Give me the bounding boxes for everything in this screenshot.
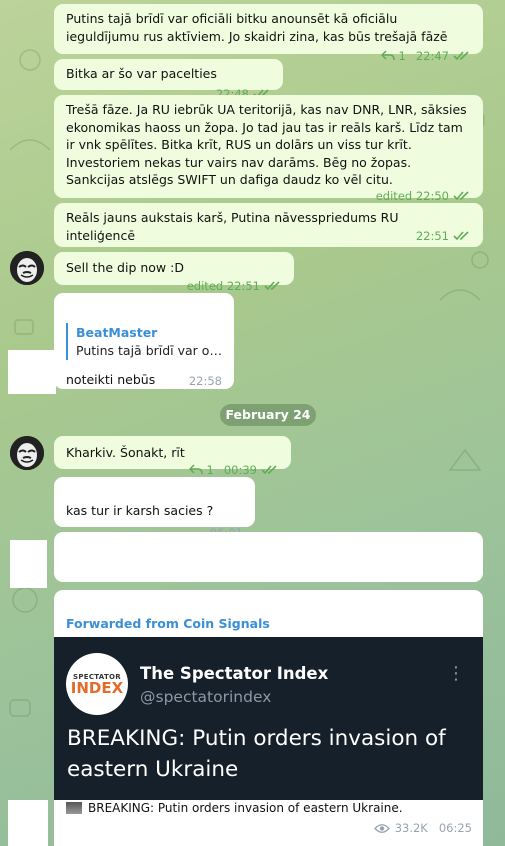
message-bubble[interactable]: Kharkiv. Šonakt, rīt 1 00:39 [54, 436, 291, 477]
message-time: 22:58 [188, 374, 222, 388]
message-bubble[interactable]: Trešā fāze. Ja RU iebrūk UA teritorijā, … [54, 95, 483, 203]
spectator-index-logo: SPECTATOR INDEX [66, 653, 128, 715]
message-meta: 1 00:39 [188, 462, 279, 477]
message-text: Bitka ar šo var pacelties [66, 66, 217, 81]
double-check-icon [453, 230, 469, 240]
date-separator: February 24 [220, 404, 316, 426]
message-time: edited 22:51 [186, 278, 260, 293]
message-text: Reāls jauns aukstais karš, Putina nāvess… [66, 210, 399, 243]
message-bubble[interactable] [54, 532, 483, 582]
mask-avatar-icon [10, 251, 44, 285]
hidden-avatar-placeholder [8, 800, 48, 846]
reply-author: BeatMaster [76, 325, 158, 340]
message-bubble[interactable]: BeatMaster Putins tajā brīdī var ofi... … [54, 293, 234, 389]
image-thumbnail-icon [66, 802, 82, 814]
message-bubble[interactable]: Reāls jauns aukstais karš, Putina nāvess… [54, 203, 483, 247]
message-time: 06:25 [438, 821, 472, 835]
message-meta: 22:51 [416, 229, 471, 243]
more-vertical-icon: ⋮ [447, 663, 465, 684]
tweet-text: BREAKING: Putin orders invasion of easte… [67, 726, 446, 782]
message-text: Putins tajā brīdī var oficiāli bitku ano… [66, 11, 448, 44]
tweet-image[interactable]: SPECTATOR INDEX The Spectator Index @spe… [54, 637, 483, 800]
message-time: edited 22:50 [375, 188, 449, 203]
reply-count: 1 [206, 462, 214, 477]
message-meta: edited 22:51 [187, 279, 282, 293]
mask-avatar-icon [10, 436, 44, 470]
avatar[interactable] [10, 251, 44, 285]
reply-arrow-icon [380, 50, 395, 61]
message-text: noteikti nebūs [66, 371, 156, 387]
reply-arrow-icon [188, 463, 203, 474]
reply-quote[interactable]: BeatMaster Putins tajā brīdī var ofi... [66, 323, 222, 360]
forward-caption: BREAKING: Putin orders invasion of easte… [66, 801, 403, 815]
message-text: kas tur ir karsh sacies ? [66, 503, 214, 518]
message-bubble[interactable]: Sell the dip now :D edited 22:51 [54, 252, 294, 293]
reply-count: 1 [398, 49, 406, 63]
forward-meta: 33.2K 06:25 [373, 821, 472, 835]
avatar[interactable] [10, 436, 44, 470]
view-count: 33.2K [394, 821, 428, 835]
eye-icon [373, 823, 390, 833]
message-meta: 22:58 [189, 374, 222, 388]
message-text: Trešā fāze. Ja RU iebrūk UA teritorijā, … [66, 102, 467, 187]
double-check-icon [453, 190, 469, 200]
reply-snippet: Putins tajā brīdī var ofi... [76, 342, 222, 358]
tweet-author-name: The Spectator Index [140, 664, 329, 683]
hidden-avatar-placeholder [8, 350, 56, 394]
caption-text: BREAKING: Putin orders invasion of easte… [88, 801, 403, 815]
message-bubble[interactable]: Bitka ar šo var pacelties 22:48 [54, 59, 283, 101]
message-text: Kharkiv. Šonakt, rīt [66, 445, 185, 460]
message-meta: edited 22:50 [376, 189, 471, 203]
message-time: 00:39 [223, 462, 257, 477]
double-check-icon [264, 280, 280, 290]
message-bubble[interactable]: Putins tajā brīdī var oficiāli bitku ano… [54, 4, 483, 63]
tweet-author-handle: @spectatorindex [140, 688, 272, 706]
double-check-icon [261, 464, 277, 474]
message-meta: 1 22:47 [380, 49, 471, 63]
hidden-avatar-placeholder [10, 540, 47, 588]
message-time: 22:47 [415, 49, 449, 63]
logo-bottom-text: INDEX [70, 678, 124, 697]
forwarded-from-label[interactable]: Forwarded from Coin Signals [66, 615, 471, 633]
message-text: Sell the dip now :D [66, 260, 184, 275]
message-time: 22:51 [415, 228, 449, 243]
message-bubble[interactable]: kas tur ir karsh sacies ? 06:01 [54, 477, 255, 540]
double-check-icon [453, 51, 469, 61]
